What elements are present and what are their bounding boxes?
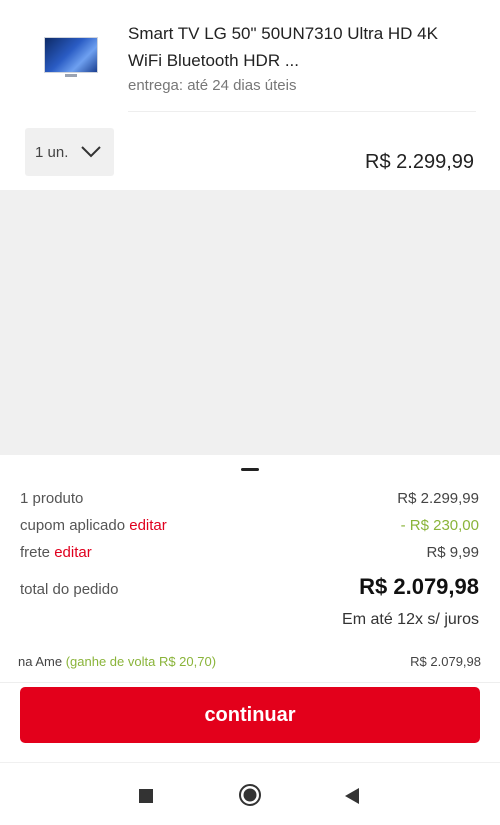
page-backdrop — [0, 190, 500, 455]
summary-total-row: total do pedido R$ 2.079,98 — [20, 574, 479, 600]
coupon-value: - R$ 230,00 — [400, 517, 479, 534]
chevron-down-icon — [81, 146, 102, 158]
delivery-estimate: entrega: até 24 dias úteis — [128, 77, 297, 94]
summary-items-row: 1 produto R$ 2.299,99 — [20, 490, 479, 507]
ame-label: na Ame — [18, 654, 63, 669]
total-value: R$ 2.079,98 — [359, 574, 479, 599]
shipping-edit-link[interactable]: editar — [54, 544, 92, 561]
product-card: Smart TV LG 50" 50UN7310 Ultra HD 4K WiF… — [0, 0, 500, 190]
ame-row: na Ame (ganhe de volta R$ 20,70) R$ 2.07… — [18, 654, 481, 669]
product-thumbnail[interactable] — [44, 37, 98, 77]
ame-label-group: na Ame (ganhe de volta R$ 20,70) — [18, 654, 216, 669]
quantity-value: 1 un. — [35, 143, 69, 161]
sheet-drag-handle[interactable] — [241, 468, 259, 471]
product-title[interactable]: Smart TV LG 50" 50UN7310 Ultra HD 4K WiF… — [128, 20, 468, 74]
items-label: 1 produto — [20, 490, 84, 507]
shipping-label-group: frete editar — [20, 544, 92, 561]
shipping-label: frete — [20, 544, 51, 561]
coupon-edit-link[interactable]: editar — [129, 517, 167, 534]
continue-button[interactable]: continuar — [20, 687, 480, 743]
coupon-label: cupom aplicado — [20, 517, 126, 534]
android-nav-bar — [0, 762, 500, 825]
item-price: R$ 2.299,99 — [365, 151, 474, 173]
divider — [128, 111, 476, 112]
nav-back-icon[interactable] — [344, 787, 360, 805]
nav-recent-icon[interactable] — [139, 789, 153, 803]
divider — [0, 682, 500, 683]
summary-coupon-row: cupom aplicado editar - R$ 230,00 — [20, 517, 479, 534]
total-label: total do pedido — [20, 581, 119, 598]
summary-shipping-row: frete editar R$ 9,99 — [20, 544, 479, 561]
installments-note: Em até 12x s/ juros — [342, 611, 479, 628]
nav-home-icon[interactable] — [238, 783, 262, 807]
items-value: R$ 2.299,99 — [397, 490, 479, 507]
coupon-label-group: cupom aplicado editar — [20, 517, 167, 534]
shipping-value: R$ 9,99 — [426, 544, 479, 561]
ame-cashback: (ganhe de volta R$ 20,70) — [65, 654, 217, 669]
quantity-select[interactable]: 1 un. — [25, 128, 114, 176]
ame-value: R$ 2.079,98 — [410, 654, 481, 669]
